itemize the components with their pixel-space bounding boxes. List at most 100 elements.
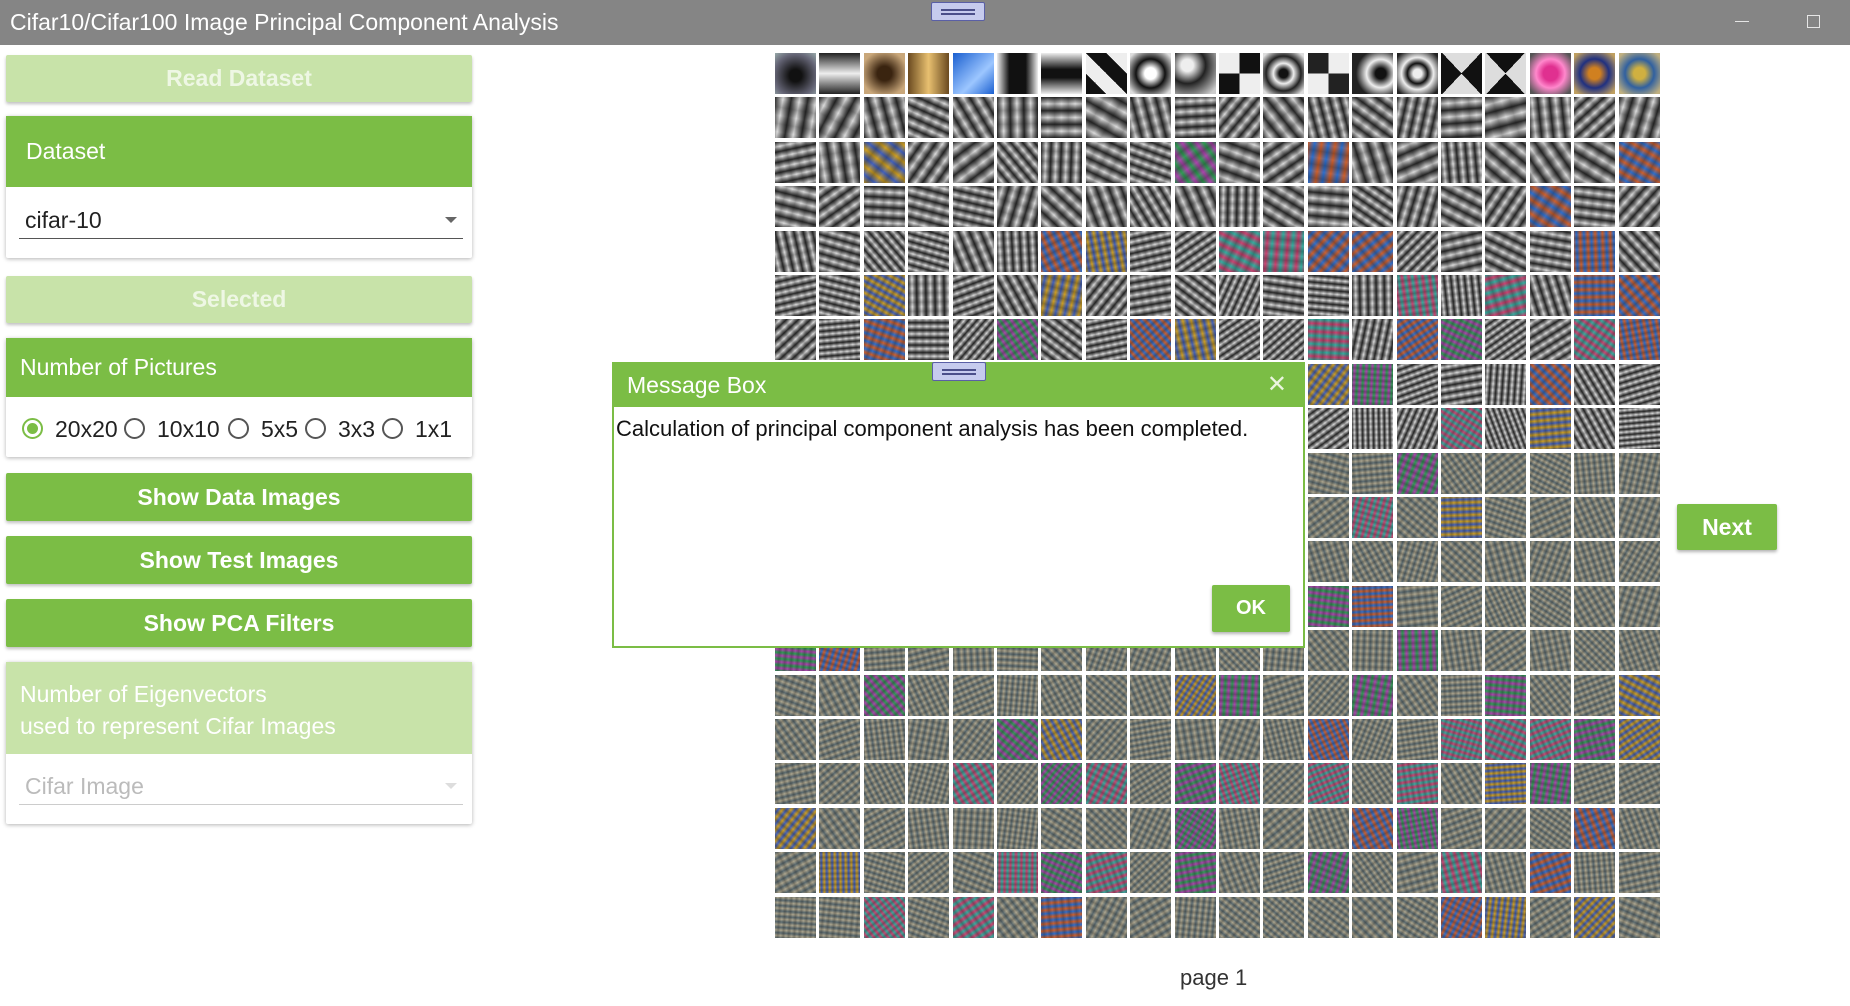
pca-filter-thumbnail: [1219, 719, 1260, 760]
minimize-icon[interactable]: [1735, 21, 1749, 22]
pca-filter-thumbnail: [775, 97, 816, 139]
chevron-down-icon: [445, 217, 457, 223]
maximize-icon[interactable]: [1807, 15, 1820, 28]
pca-filter-thumbnail: [1574, 497, 1616, 538]
pca-filter-thumbnail: [1263, 186, 1305, 228]
dataset-select[interactable]: cifar-10: [19, 201, 463, 239]
radio-label: 3x3: [338, 416, 376, 442]
pca-filter-thumbnail: [908, 719, 950, 760]
pca-filter-thumbnail: [908, 230, 950, 272]
pca-filter-thumbnail: [997, 141, 1038, 183]
pca-filter-thumbnail: [1352, 541, 1394, 583]
pca-filter-thumbnail: [1441, 852, 1482, 894]
show-data-images-button[interactable]: Show Data Images: [6, 473, 472, 521]
pca-filter-thumbnail: [1396, 452, 1438, 494]
pca-filter-thumbnail: [819, 53, 861, 94]
pca-filter-thumbnail: [1307, 186, 1349, 228]
show-pca-filters-button[interactable]: Show PCA Filters: [6, 599, 472, 647]
pca-filter-thumbnail: [1174, 807, 1216, 849]
read-dataset-button[interactable]: Read Dataset: [6, 55, 472, 102]
pca-filter-thumbnail: [1041, 763, 1083, 805]
pca-filter-thumbnail: [997, 719, 1038, 760]
pca-filter-thumbnail: [863, 807, 905, 849]
pca-filter-thumbnail: [1263, 807, 1305, 849]
pca-filter-thumbnail: [775, 275, 816, 316]
pca-filter-thumbnail: [997, 896, 1038, 938]
pca-filter-thumbnail: [1041, 97, 1083, 139]
pca-filter-thumbnail: [1441, 674, 1482, 716]
pca-filter-thumbnail: [1174, 186, 1216, 228]
pca-filter-thumbnail: [1307, 541, 1349, 583]
pca-filter-thumbnail: [1485, 541, 1527, 583]
pca-filter-thumbnail: [1529, 97, 1571, 139]
pca-filter-thumbnail: [1529, 585, 1571, 627]
page-label: page 1: [1180, 965, 1248, 990]
pca-filter-thumbnail: [952, 852, 994, 894]
pca-filter-thumbnail: [863, 719, 905, 760]
drag-handle-icon[interactable]: [932, 362, 986, 381]
pca-filter-thumbnail: [1485, 763, 1527, 805]
pca-filter-thumbnail: [1174, 763, 1216, 805]
pca-filter-thumbnail: [1219, 807, 1260, 849]
pca-filter-thumbnail: [1307, 674, 1349, 716]
pca-filter-thumbnail: [1041, 807, 1083, 849]
pca-filter-thumbnail: [1529, 319, 1571, 361]
eigenvectors-header-line1: Number of Eigenvectors: [20, 681, 267, 707]
pca-filter-thumbnail: [863, 230, 905, 272]
selected-button[interactable]: Selected: [6, 276, 472, 323]
pca-filter-thumbnail: [1219, 763, 1260, 805]
pca-filter-thumbnail: [908, 674, 950, 716]
pca-filter-thumbnail: [1574, 53, 1616, 94]
pca-filter-thumbnail: [1130, 852, 1172, 894]
dialog-message: Calculation of principal component analy…: [616, 416, 1249, 441]
pca-filter-thumbnail: [1085, 319, 1127, 361]
pca-filter-thumbnail: [1618, 275, 1660, 316]
title-bar: Cifar10/Cifar100 Image Principal Compone…: [0, 0, 1850, 45]
ok-button[interactable]: OK: [1212, 585, 1290, 632]
radio-label: 5x5: [261, 416, 299, 442]
pca-filter-thumbnail: [1485, 497, 1527, 538]
pca-filter-thumbnail: [1529, 541, 1571, 583]
pca-filter-thumbnail: [1396, 541, 1438, 583]
pca-filter-thumbnail: [1485, 230, 1527, 272]
pca-filter-thumbnail: [863, 852, 905, 894]
pca-filter-thumbnail: [1263, 763, 1305, 805]
pca-filter-thumbnail: [819, 719, 861, 760]
pca-filter-thumbnail: [1041, 275, 1083, 316]
radio-selected-icon: [22, 418, 43, 439]
pca-filter-thumbnail: [908, 852, 950, 894]
radio-icon: [124, 418, 145, 439]
pca-filter-thumbnail: [1130, 319, 1172, 361]
pca-filter-thumbnail: [952, 53, 994, 94]
pca-filter-thumbnail: [1085, 186, 1127, 228]
pca-filter-thumbnail: [1396, 630, 1438, 672]
close-icon[interactable]: ✕: [1267, 372, 1287, 398]
next-button[interactable]: Next: [1677, 504, 1777, 550]
pca-filter-thumbnail: [952, 763, 994, 805]
pca-filter-thumbnail: [775, 319, 816, 361]
pca-filter-thumbnail: [1041, 896, 1083, 938]
pca-filter-thumbnail: [908, 53, 950, 94]
pca-filter-thumbnail: [1574, 452, 1616, 494]
pca-filter-thumbnail: [1574, 275, 1616, 316]
pca-filter-thumbnail: [1529, 141, 1571, 183]
pca-filter-thumbnail: [1529, 807, 1571, 849]
pca-filter-thumbnail: [1574, 230, 1616, 272]
pca-filter-thumbnail: [1485, 452, 1527, 494]
pca-filter-thumbnail: [1574, 541, 1616, 583]
pca-filter-thumbnail: [1307, 719, 1349, 760]
pca-filter-thumbnail: [1441, 230, 1482, 272]
pca-filter-thumbnail: [1441, 763, 1482, 805]
drag-handle-icon[interactable]: [931, 2, 985, 21]
pca-filter-thumbnail: [1352, 807, 1394, 849]
pca-filter-thumbnail: [1307, 275, 1349, 316]
pca-filter-thumbnail: [1174, 719, 1216, 760]
pca-filter-thumbnail: [1219, 230, 1260, 272]
cifar-image-select[interactable]: Cifar Image: [19, 767, 463, 805]
pca-filter-thumbnail: [952, 896, 994, 938]
show-test-images-button[interactable]: Show Test Images: [6, 536, 472, 584]
pca-filter-thumbnail: [997, 674, 1038, 716]
pca-filter-thumbnail: [1219, 852, 1260, 894]
pca-filter-thumbnail: [1219, 674, 1260, 716]
pca-filter-thumbnail: [1574, 896, 1616, 938]
